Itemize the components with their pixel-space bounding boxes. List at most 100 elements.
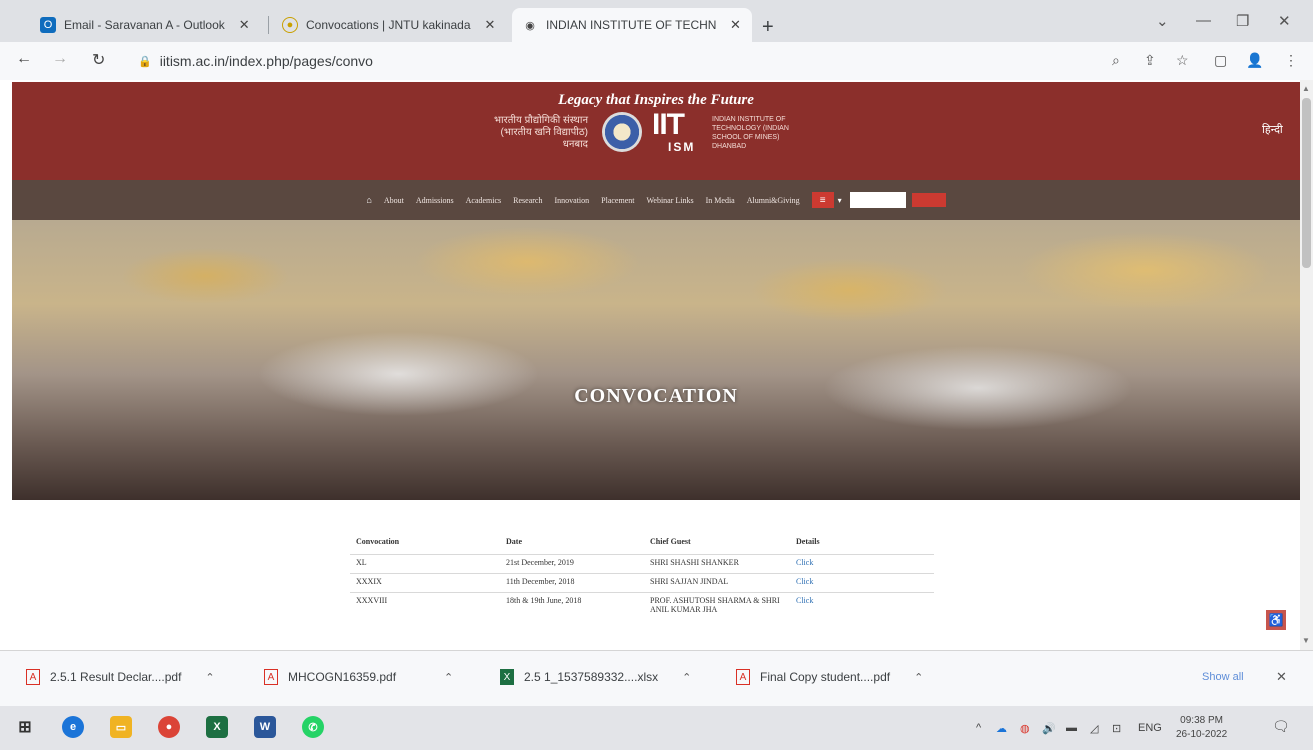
word-app-icon[interactable]: W — [254, 716, 276, 738]
column-header: Chief Guest — [650, 537, 691, 547]
convocation-cell: XXXIX — [350, 572, 500, 592]
download-item[interactable]: A MHCOGN16359.pdf ⌃ — [264, 669, 453, 685]
chevron-up-icon[interactable]: ⌃ — [444, 671, 453, 684]
zoom-icon[interactable]: ⌕ — [1112, 52, 1120, 69]
window-close-icon[interactable]: ✕ — [1278, 12, 1291, 30]
meet-now-icon[interactable]: ⊡ — [1112, 722, 1121, 735]
close-icon[interactable]: ✕ — [239, 17, 250, 33]
nav-webinar-links[interactable]: Webinar Links — [646, 196, 693, 205]
download-item[interactable]: X 2.5 1_1537589332....xlsx ⌃ — [500, 669, 691, 685]
home-icon[interactable]: ⌂ — [366, 195, 371, 205]
windows-taskbar: ⊞ e ▭ ● X W ✆ ^ ☁ ◍ 🔊 ▬ ◿ ⊡ ENG 09:38 PM… — [0, 706, 1313, 750]
scrollbar-thumb[interactable] — [1302, 98, 1311, 268]
close-download-bar-icon[interactable]: ✕ — [1276, 669, 1287, 685]
whatsapp-icon[interactable]: ✆ — [302, 716, 324, 738]
pdf-file-icon: A — [264, 669, 278, 685]
wifi-icon[interactable]: ◿ — [1090, 722, 1098, 735]
date-cell: 18th & 19th June, 2018 — [500, 591, 644, 617]
site-header: Legacy that Inspires the Future भारतीय प… — [12, 82, 1300, 180]
file-explorer-icon[interactable]: ▭ — [110, 716, 132, 738]
nav-academics[interactable]: Academics — [466, 196, 502, 205]
tab-outlook[interactable]: O Email - Saravanan A - Outlook ✕ — [30, 8, 260, 42]
page-viewport: Legacy that Inspires the Future भारतीय प… — [0, 80, 1300, 650]
download-bar: A 2.5.1 Result Declar....pdf ⌃ A MHCOGN1… — [0, 650, 1313, 706]
excel-app-icon[interactable]: X — [206, 716, 228, 738]
column-header: Details — [796, 537, 820, 547]
back-icon[interactable]: ← — [16, 50, 32, 68]
accessibility-icon[interactable]: ♿ — [1266, 610, 1286, 630]
nav-alumni-giving[interactable]: Alumni&Giving — [747, 196, 800, 205]
site-search-button[interactable] — [911, 193, 946, 207]
minimize-icon[interactable]: — — [1196, 12, 1211, 29]
browser-tab-strip: O Email - Saravanan A - Outlook ✕ ● Conv… — [0, 0, 1313, 42]
menu-kebab-icon[interactable]: ⋮ — [1284, 52, 1298, 69]
nav-innovation[interactable]: Innovation — [554, 196, 589, 205]
excel-file-icon: X — [500, 669, 514, 685]
chevron-up-icon[interactable]: ⌃ — [205, 671, 214, 684]
tray-overflow-chevron-icon[interactable]: ^ — [976, 722, 981, 734]
nav-about[interactable]: About — [384, 196, 404, 205]
hamburger-menu-icon[interactable]: ≡ — [811, 192, 834, 208]
volume-icon[interactable]: 🔊 — [1042, 722, 1056, 735]
globe-icon: ◉ — [525, 19, 535, 32]
tab-jntu[interactable]: ● Convocations | JNTU kakinada ✕ — [272, 8, 505, 42]
convocation-cell: XXXVIII — [350, 591, 500, 617]
input-language[interactable]: ENG — [1138, 722, 1162, 734]
site-nav: ⌂ About Admissions Academics Research In… — [12, 180, 1300, 220]
reload-icon[interactable]: ↻ — [92, 50, 105, 70]
tab-search-icon[interactable]: ⌄ — [1156, 12, 1169, 30]
close-icon[interactable]: ✕ — [485, 17, 496, 33]
tab-title: Convocations | JNTU kakinada — [306, 18, 471, 32]
side-panel-icon[interactable]: ▢ — [1214, 52, 1227, 69]
notification-center-icon[interactable]: 🗨 — [1272, 718, 1290, 735]
institute-emblem-icon[interactable] — [602, 112, 642, 152]
hero-banner-image: CONVOCATION — [12, 220, 1300, 500]
logo-iit[interactable]: IIT — [652, 110, 685, 140]
bookmark-star-icon[interactable]: ☆ — [1176, 52, 1189, 69]
address-bar[interactable]: 🔒 iitism.ac.in/index.php/pages/convo — [138, 48, 1098, 74]
site-search-input[interactable] — [849, 192, 906, 208]
nav-research[interactable]: Research — [513, 196, 542, 205]
nav-placement[interactable]: Placement — [601, 196, 634, 205]
chevron-down-icon[interactable]: ▾ — [838, 196, 842, 205]
windows-start-icon[interactable]: ⊞ — [14, 716, 36, 738]
nav-in-media[interactable]: In Media — [706, 196, 735, 205]
chief-guest-cell: PROF. ASHUTOSH SHARMA & SHRI ANIL KUMAR … — [644, 591, 790, 617]
language-toggle[interactable]: हिन्दी — [1262, 122, 1283, 137]
forward-icon[interactable]: → — [52, 50, 68, 68]
profile-icon[interactable]: 👤 — [1246, 52, 1263, 69]
show-all-downloads-link[interactable]: Show all — [1202, 671, 1244, 683]
logo-ism: ISM — [668, 140, 696, 154]
chrome-browser-icon[interactable]: ● — [158, 716, 180, 738]
edge-browser-icon[interactable]: e — [62, 716, 84, 738]
new-tab-button[interactable]: + — [762, 16, 774, 39]
convocation-table: Convocation Date Chief Guest Details XL … — [350, 532, 934, 617]
nav-admissions[interactable]: Admissions — [416, 196, 454, 205]
download-filename: 2.5.1 Result Declar....pdf — [50, 670, 182, 684]
url-text: iitism.ac.in/index.php/pages/convo — [159, 53, 373, 69]
antivirus-icon[interactable]: ◍ — [1020, 722, 1030, 735]
hero-title: CONVOCATION — [574, 385, 738, 407]
scroll-up-icon[interactable]: ▲ — [1302, 84, 1310, 93]
details-link[interactable]: Click — [796, 596, 813, 605]
details-link[interactable]: Click — [796, 558, 813, 567]
close-icon[interactable]: ✕ — [730, 17, 741, 33]
share-icon[interactable]: ⇪ — [1144, 52, 1156, 69]
system-clock[interactable]: 09:38 PM 26-10-2022 — [1176, 714, 1227, 742]
chevron-up-icon[interactable]: ⌃ — [914, 671, 923, 684]
hindi-institute-name: भारतीय प्रौद्योगिकी संस्थान (भारतीय खनि … — [494, 115, 588, 150]
tab-iitism[interactable]: ◉ INDIAN INSTITUTE OF TECHNO ✕ — [512, 8, 752, 42]
battery-icon[interactable]: ▬ — [1066, 722, 1077, 734]
chevron-up-icon[interactable]: ⌃ — [682, 671, 691, 684]
page-scrollbar[interactable]: ▲ ▼ — [1300, 80, 1313, 650]
tab-title: INDIAN INSTITUTE OF TECHNO — [546, 18, 716, 32]
download-item[interactable]: A 2.5.1 Result Declar....pdf ⌃ — [26, 669, 215, 685]
scroll-down-icon[interactable]: ▼ — [1302, 636, 1310, 645]
chief-guest-cell: SHRI SHASHI SHANKER — [644, 553, 790, 573]
tab-divider — [268, 16, 269, 34]
download-item[interactable]: A Final Copy student....pdf ⌃ — [736, 669, 923, 685]
column-header: Convocation — [356, 537, 400, 547]
restore-icon[interactable]: ❐ — [1236, 12, 1249, 30]
details-link[interactable]: Click — [796, 577, 813, 586]
onedrive-cloud-icon[interactable]: ☁ — [996, 722, 1007, 735]
